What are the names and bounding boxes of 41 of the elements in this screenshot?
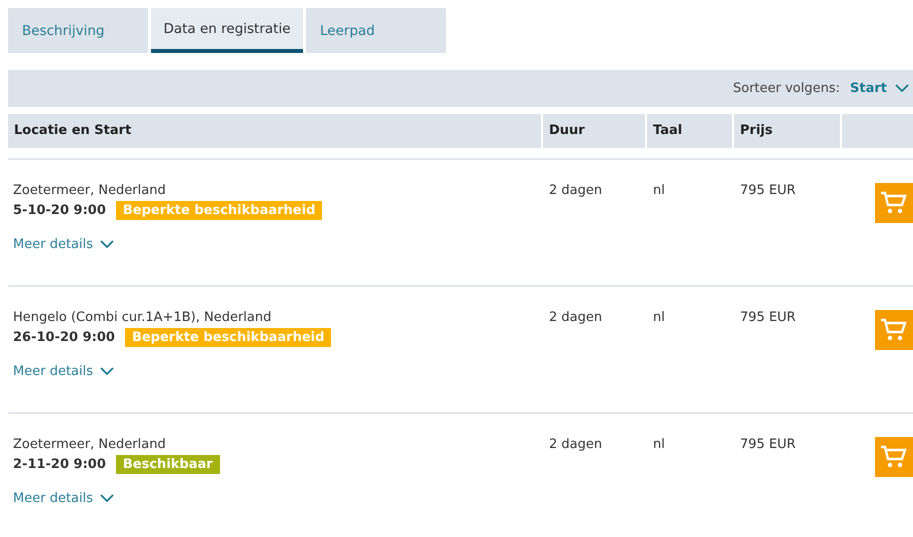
availability-badge: Beperkte beschikbaarheid (116, 201, 322, 220)
price-text: 795 EUR (740, 437, 796, 452)
add-to-cart-button[interactable] (875, 183, 913, 223)
add-to-cart-button[interactable] (875, 437, 913, 477)
add-to-cart-button[interactable] (875, 310, 913, 350)
chevron-down-icon (895, 84, 909, 93)
language-text: nl (653, 437, 665, 452)
language-text: nl (653, 183, 665, 198)
location-text: Hengelo (Combi cur.1A+1B), Nederland (13, 310, 272, 325)
location-text: Zoetermeer, Nederland (13, 183, 167, 198)
column-header: Duur (543, 114, 645, 148)
duration-text: 2 dagen (549, 183, 602, 198)
cart-icon (880, 445, 908, 469)
start-date: 2-11-20 9:00 (13, 457, 106, 472)
chevron-down-icon (100, 494, 114, 503)
column-header: Prijs (734, 114, 840, 148)
sort-label: Sorteer volgens: (732, 81, 840, 96)
details-link[interactable]: Meer details (13, 237, 114, 252)
price-text: 795 EUR (740, 183, 796, 198)
location-text: Zoetermeer, Nederland (13, 437, 167, 452)
column-header: Locatie en Start (8, 114, 541, 148)
price-text: 795 EUR (740, 310, 796, 325)
details-link[interactable]: Meer details (13, 491, 114, 506)
language-text: nl (653, 310, 665, 325)
duration-text: 2 dagen (549, 310, 602, 325)
availability-badge: Beperkte beschikbaarheid (124, 328, 332, 347)
duration-text: 2 dagen (549, 437, 602, 452)
availability-badge: Beschikbaar (116, 455, 220, 474)
chevron-down-icon (100, 367, 114, 376)
cart-icon (880, 191, 908, 215)
tab[interactable]: Data en registratie (151, 8, 303, 53)
tab[interactable]: Beschrijving (8, 8, 148, 53)
tab[interactable]: Leerpad (306, 8, 446, 53)
cart-icon (880, 318, 908, 342)
start-date: 5-10-20 9:00 (13, 203, 106, 218)
chevron-down-icon (100, 240, 114, 249)
start-date: 26-10-20 9:00 (13, 330, 115, 345)
column-header: Taal (647, 114, 732, 148)
sort-dropdown[interactable]: Start (850, 81, 909, 96)
details-link[interactable]: Meer details (13, 364, 114, 379)
column-header (842, 114, 913, 148)
